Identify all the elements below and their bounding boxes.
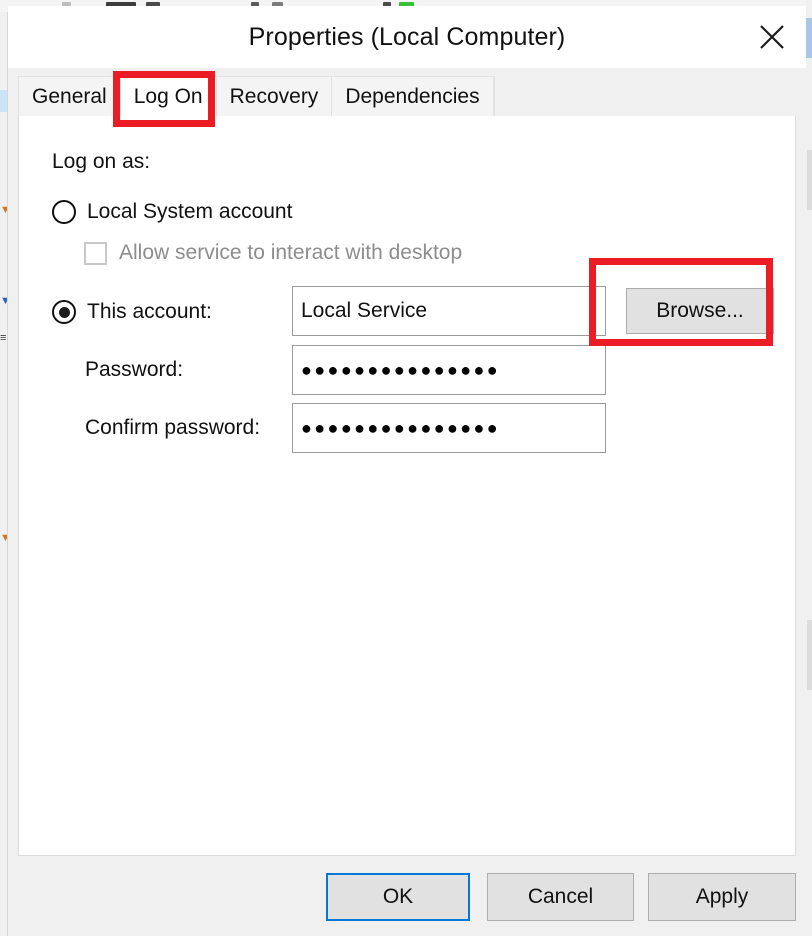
checkbox-allow-interact-with-desktop: Allow service to interact with desktop [84, 241, 462, 265]
background-edge-marker-lower [807, 620, 812, 690]
password-input[interactable]: ●●●●●●●●●●●●●●● [292, 345, 606, 395]
browse-button[interactable]: Browse... [626, 288, 774, 334]
background-scrollbar[interactable] [806, 0, 812, 936]
background-left-fragment-1: ▼ [0, 296, 7, 307]
cancel-button[interactable]: Cancel [487, 873, 634, 921]
log-on-tab-panel: Log on as: Local System account Allow se… [18, 116, 796, 856]
close-button[interactable] [738, 6, 806, 68]
background-scrollbar-thumb[interactable] [806, 18, 812, 58]
properties-dialog: Properties (Local Computer) General Log … [8, 6, 806, 936]
dialog-title: Properties (Local Computer) [8, 23, 806, 52]
checkbox-allow-interact-indicator [84, 242, 107, 265]
tab-recovery[interactable]: Recovery [217, 77, 333, 116]
background-left-fragment-2: ≡ [0, 333, 7, 344]
dialog-titlebar: Properties (Local Computer) [8, 6, 806, 68]
tab-list: General Log On Recovery Dependencies [18, 76, 495, 116]
checkbox-allow-interact-label: Allow service to interact with desktop [119, 241, 462, 265]
radio-this-account[interactable]: This account: [52, 300, 212, 324]
background-left-panel [0, 12, 8, 936]
tab-dependencies[interactable]: Dependencies [332, 77, 493, 116]
close-icon [757, 22, 787, 52]
confirm-password-input[interactable]: ●●●●●●●●●●●●●●● [292, 403, 606, 453]
account-name-input[interactable]: Local Service [292, 286, 606, 336]
tab-log-on[interactable]: Log On [121, 77, 217, 116]
radio-local-system-label: Local System account [87, 200, 292, 224]
background-left-fragment-0: ▼ [0, 205, 7, 216]
ok-button[interactable]: OK [326, 873, 470, 921]
background-edge-marker-upper [807, 150, 812, 210]
log-on-as-label: Log on as: [52, 150, 150, 174]
background-left-fragment-3: ▼ [0, 533, 7, 544]
tab-strip: General Log On Recovery Dependencies [8, 68, 806, 116]
tab-general[interactable]: General [19, 77, 121, 116]
radio-this-account-label: This account: [87, 300, 212, 324]
radio-this-account-indicator [52, 300, 76, 324]
apply-button[interactable]: Apply [648, 873, 796, 921]
radio-local-system-indicator [52, 200, 76, 224]
confirm-password-label: Confirm password: [85, 416, 260, 440]
background-selected-row [0, 90, 7, 112]
radio-local-system-account[interactable]: Local System account [52, 200, 292, 224]
password-label: Password: [85, 358, 183, 382]
